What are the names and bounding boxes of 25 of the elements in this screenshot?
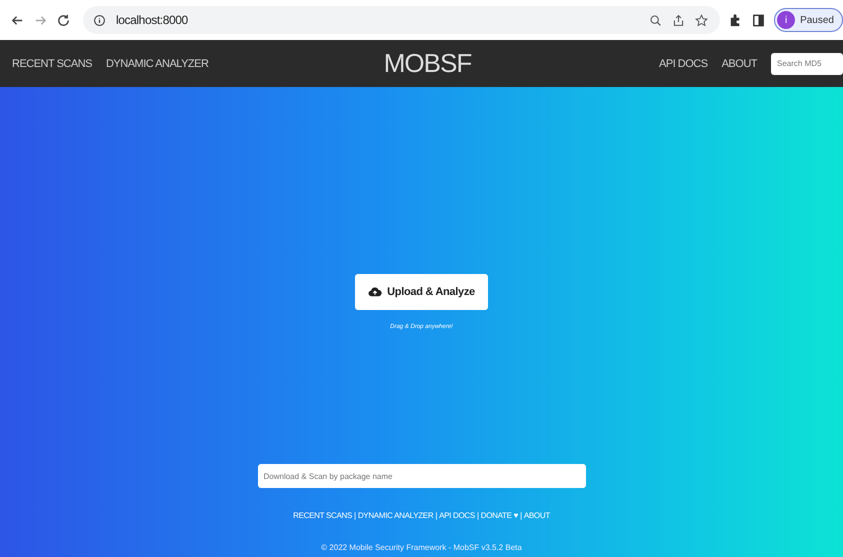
address-bar[interactable]: localhost:8000 bbox=[83, 6, 720, 34]
separator-text: | bbox=[435, 511, 438, 520]
separator-text: | bbox=[354, 511, 356, 520]
footer-link[interactable]: RECENT SCANS bbox=[293, 511, 352, 520]
reload-icon[interactable] bbox=[56, 12, 71, 28]
nav-link[interactable]: RECENT SCANS bbox=[12, 58, 92, 70]
nav-link[interactable]: DYNAMIC ANALYZER bbox=[106, 58, 208, 70]
logo: MOBSF bbox=[384, 48, 472, 79]
search-field[interactable]: Search MD5 bbox=[771, 52, 843, 74]
star-icon[interactable] bbox=[695, 14, 708, 26]
package-search-field[interactable]: Download & Scan by package name bbox=[258, 464, 586, 488]
nav-link[interactable]: API DOCS bbox=[659, 58, 708, 70]
separator-text: | bbox=[476, 511, 479, 520]
info-icon[interactable] bbox=[93, 14, 106, 26]
upload-button[interactable]: Upload & Analyze bbox=[355, 274, 488, 310]
nav-link[interactable]: ABOUT bbox=[722, 58, 757, 70]
sidebar-icon[interactable] bbox=[751, 12, 766, 28]
copyright-text: © 2022 Mobile Security Framework - MobSF v3.5.2 Beta bbox=[321, 543, 522, 552]
share-icon[interactable] bbox=[672, 14, 686, 26]
separator-text: | bbox=[520, 511, 522, 520]
profile-button[interactable]: i Paused bbox=[774, 8, 843, 32]
cloud-upload-icon bbox=[368, 286, 382, 298]
zoom-icon[interactable] bbox=[649, 14, 662, 26]
avatar: i bbox=[777, 11, 796, 29]
url-text: localhost:8000 bbox=[116, 13, 188, 27]
